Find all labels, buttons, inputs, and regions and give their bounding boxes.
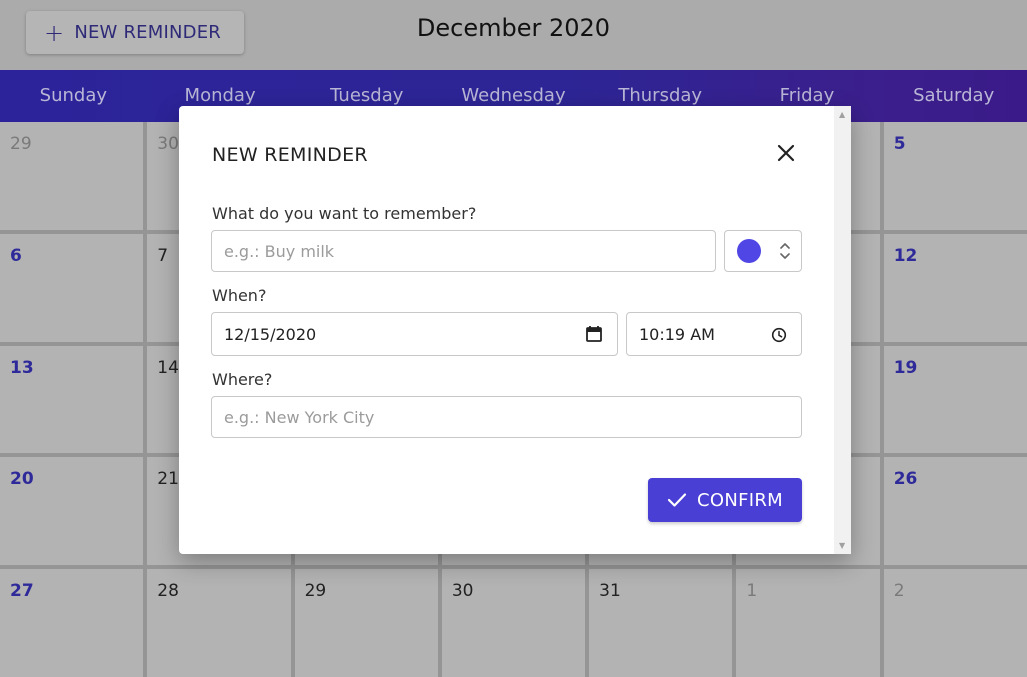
dialog-title: NEW REMINDER xyxy=(212,144,368,166)
day-number: 26 xyxy=(893,469,918,490)
weekday-label: Saturday xyxy=(913,85,995,106)
day-cell[interactable]: 30 xyxy=(441,569,586,677)
what-field-wrapper xyxy=(211,230,716,272)
scroll-down-icon[interactable]: ▼ xyxy=(839,541,845,550)
day-number: 1 xyxy=(746,581,758,602)
day-number: 27 xyxy=(10,581,34,602)
day-cell[interactable]: 31 xyxy=(589,569,733,677)
chevron-updown-icon xyxy=(780,243,790,259)
confirm-label: CONFIRM xyxy=(696,489,783,511)
where-input[interactable] xyxy=(224,407,801,427)
day-number: 7 xyxy=(157,245,169,266)
day-cell[interactable]: 12 xyxy=(883,233,1027,342)
day-number: 31 xyxy=(599,581,621,602)
clock-icon[interactable] xyxy=(771,327,787,343)
day-cell[interactable]: 29 xyxy=(294,569,438,677)
calendar-app: + NEW REMINDER December 2020 Sunday Mond… xyxy=(0,0,1027,677)
day-number: 20 xyxy=(10,469,34,490)
day-number: 6 xyxy=(10,245,22,266)
day-number: 13 xyxy=(10,357,34,378)
top-bar: + NEW REMINDER December 2020 xyxy=(0,0,1027,70)
day-cell[interactable]: 5 xyxy=(883,122,1027,230)
what-label: What do you want to remember? xyxy=(212,204,477,223)
day-number: 28 xyxy=(157,581,179,602)
time-input[interactable]: 10:19 AM xyxy=(626,312,802,356)
day-cell[interactable]: 6 xyxy=(0,233,144,342)
day-cell[interactable]: 29 xyxy=(0,122,144,230)
day-cell[interactable]: 13 xyxy=(0,345,144,454)
day-number: 30 xyxy=(451,581,474,602)
what-input[interactable] xyxy=(224,241,715,261)
dialog-scrollbar[interactable]: ▲ ▼ xyxy=(834,106,851,554)
day-cell[interactable]: 28 xyxy=(147,569,291,677)
day-number: 5 xyxy=(893,134,906,154)
calendar-icon[interactable] xyxy=(585,325,603,343)
day-cell[interactable]: 27 xyxy=(0,569,144,677)
day-number: 29 xyxy=(304,581,327,602)
day-number: 12 xyxy=(893,245,918,266)
color-select[interactable] xyxy=(724,230,802,272)
month-title: December 2020 xyxy=(416,14,611,42)
day-cell[interactable]: 2 xyxy=(883,569,1027,677)
date-input[interactable]: 12/15/2020 xyxy=(211,312,618,356)
day-cell[interactable]: 20 xyxy=(0,457,144,566)
day-number: 2 xyxy=(893,581,905,602)
weekday-label: Sunday xyxy=(39,85,108,106)
day-cell[interactable]: 19 xyxy=(883,345,1027,454)
date-value: 12/15/2020 xyxy=(224,324,317,344)
check-icon xyxy=(667,493,687,507)
when-label: When? xyxy=(212,286,267,305)
scroll-up-icon[interactable]: ▲ xyxy=(839,110,845,119)
time-value: 10:19 AM xyxy=(639,324,715,344)
day-number: 14 xyxy=(157,357,179,378)
confirm-button[interactable]: CONFIRM xyxy=(648,478,802,522)
day-number: 30 xyxy=(157,134,179,154)
day-cell[interactable]: 1 xyxy=(736,569,880,677)
where-label: Where? xyxy=(212,370,273,389)
color-swatch xyxy=(737,239,761,263)
day-number: 19 xyxy=(893,357,918,378)
new-reminder-dialog: ▲ ▼ NEW REMINDER What do you want to rem… xyxy=(179,106,851,554)
day-cell[interactable]: 26 xyxy=(883,457,1027,566)
day-number: 29 xyxy=(10,134,32,154)
where-field-wrapper xyxy=(211,396,802,438)
day-number: 21 xyxy=(157,469,179,490)
close-icon[interactable] xyxy=(775,142,797,164)
